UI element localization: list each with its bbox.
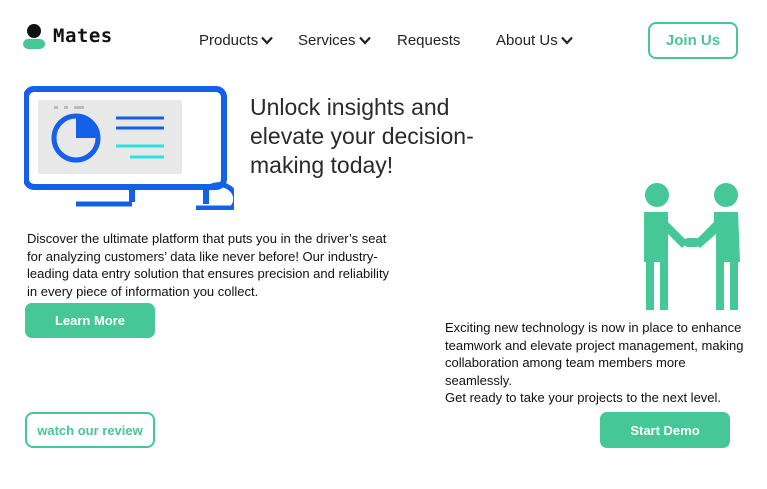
watch-review-button[interactable]: watch our review	[25, 412, 155, 448]
hero-description: Discover the ultimate platform that puts…	[27, 231, 390, 299]
teamwork-description: Exciting new technology is now in place …	[445, 319, 755, 407]
nav-requests[interactable]: Requests	[397, 32, 460, 49]
logo[interactable]: Mates	[22, 22, 113, 50]
nav-label: Services	[298, 32, 356, 49]
nav-about-us[interactable]: About Us	[496, 32, 573, 49]
nav-label: Products	[199, 32, 259, 49]
nav-label: About Us	[496, 32, 558, 49]
nav-products[interactable]: Products	[199, 32, 274, 49]
brand-name: Mates	[53, 25, 113, 47]
chevron-down-icon	[358, 36, 371, 45]
logo-person-icon	[23, 24, 45, 49]
learn-more-button[interactable]: Learn More	[25, 303, 155, 338]
join-us-button[interactable]: Join Us	[648, 22, 738, 59]
nav-label: Requests	[397, 32, 461, 49]
chevron-down-icon	[261, 36, 274, 45]
start-demo-button[interactable]: Start Demo	[600, 412, 730, 448]
handshake-icon	[638, 182, 750, 319]
teamwork-cta-text: Get ready to take your projects to the n…	[445, 390, 722, 405]
nav-services[interactable]: Services	[298, 32, 371, 49]
hero-headline: Unlock insights and elevate your decisio…	[250, 94, 474, 178]
teamwork-text: Exciting new technology is now in place …	[445, 320, 744, 388]
monitor-chart-icon	[23, 86, 239, 215]
chevron-down-icon	[560, 36, 573, 45]
